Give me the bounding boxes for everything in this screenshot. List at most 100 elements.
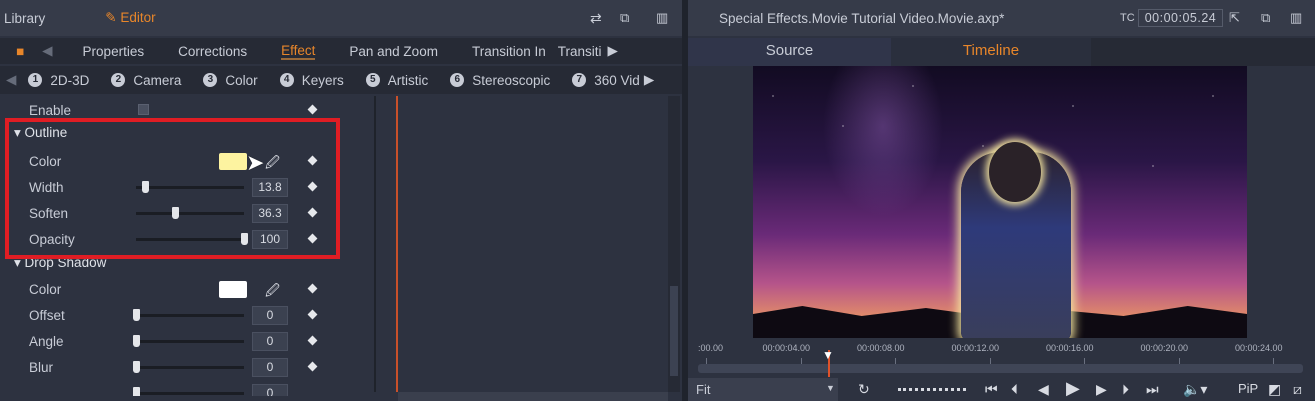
detach-icon[interactable]: ⧉ [1261,10,1270,26]
shadow-color-swatch[interactable] [219,281,247,298]
category-label: Keyers [301,72,344,88]
category-label: 360 Vid [594,72,640,88]
previous-icon[interactable]: ⏴ [1011,381,1018,398]
tab-pan-and-zoom[interactable]: Pan and Zoom [349,44,438,59]
mouse-cursor-icon: ➤ [246,150,265,175]
editor-panel: Library ✎ Editor ⇄ ⧉ ▥ ■ ◀ Properties Co… [0,0,682,401]
keyframe-icon[interactable] [307,104,318,115]
tab-effect[interactable]: Effect [281,43,316,60]
slider-thumb[interactable] [133,361,140,373]
category-label: Artistic [387,72,429,88]
go-to-end-icon[interactable]: ⏭ [1146,381,1159,398]
keyframe-icon[interactable] [307,335,318,346]
person-silhouette [961,142,1071,338]
property-tabs: ■ ◀ Properties Corrections Effect Pan an… [0,38,682,64]
crop-icon[interactable]: ⧄ [1293,381,1302,398]
category-number: 2 [111,73,126,87]
tab-timeline[interactable]: Timeline [891,38,1091,66]
category-2d-3d[interactable]: 1 2D-3D [28,73,89,88]
horizontal-scrollbar[interactable] [398,392,668,401]
next-icon[interactable]: ⏵ [1122,381,1129,398]
enable-checkbox[interactable] [138,104,149,115]
scrub-bar[interactable] [698,364,1303,373]
zoom-select[interactable]: Fit ▼ [688,378,838,401]
shadow-angle-input[interactable]: 0 [252,332,288,351]
category-keyers[interactable]: 4 Keyers [279,72,344,88]
ruler-label: 00:00:04.00 [762,343,811,353]
project-title: Special Effects.Movie Tutorial Video.Mov… [719,10,1005,26]
shadow-offset-input[interactable]: 0 [252,306,288,325]
slider-thumb[interactable] [133,387,140,396]
player-tabs: Source Timeline [688,38,1315,66]
eyedropper-icon[interactable]: 🖉 [265,280,280,304]
layout-icon[interactable]: ▥ [1290,10,1302,26]
go-to-start-icon[interactable]: ⏮ [985,381,998,398]
shadow-blur-input[interactable]: 0 [252,358,288,377]
media-icon: ■ [16,43,25,59]
volume-icon[interactable]: 🔈▾ [1183,381,1207,398]
divider [374,96,376,392]
highlight-box [5,118,340,259]
step-back-icon[interactable]: ◀ [1038,381,1049,398]
ruler-label: 00:00:16.00 [1046,343,1094,353]
export-frame-icon[interactable]: ⇱ [1229,10,1240,26]
category-color[interactable]: 3 Color [203,73,258,88]
tab-transition-out[interactable]: Transiti [558,44,602,59]
category-number: 3 [203,73,218,87]
tab-transition-in[interactable]: Transition In [472,44,546,59]
category-scroll-right-icon[interactable]: ▶ [644,72,654,88]
scrollbar[interactable] [668,96,680,392]
effect-categories: ◀ 1 2D-3D 2 Camera 3 Color 4 Keyers 5 Artisti… [0,66,682,94]
pip-button[interactable]: PiP [1238,381,1258,396]
ruler-label: 00:00:20.00 [1140,343,1189,353]
category-number: 7 [572,73,587,87]
tab-properties[interactable]: Properties [83,44,145,59]
category-label: Camera [133,72,182,88]
shadow-opacity-input[interactable]: 0 [252,384,288,396]
slider-thumb[interactable] [133,309,140,321]
step-forward-icon[interactable]: ▶ [1096,381,1107,398]
slider-thumb[interactable] [133,335,140,347]
shadow-blur-slider[interactable] [133,361,244,373]
keyframe-icon[interactable] [307,283,318,294]
scroll-right-icon[interactable]: ▶ [608,43,618,59]
shadow-offset-slider[interactable] [133,309,244,321]
zoom-value: Fit [696,382,711,397]
shadow-color-label: Color [29,281,62,297]
shadow-blur-label: Blur [29,359,54,375]
editor-header: Library ✎ Editor ⇄ ⧉ ▥ [0,0,682,36]
shuttle-control[interactable] [898,388,966,391]
fullscreen-icon[interactable]: ◩ [1268,381,1281,398]
ruler-label: :00.00 [698,343,724,353]
play-icon[interactable]: ▶ [1066,378,1080,399]
scroll-left-icon[interactable]: ◀ [42,43,52,59]
layout-icon[interactable]: ▥ [656,10,668,26]
keyframe-icon[interactable] [307,361,318,372]
category-scroll-left-icon[interactable]: ◀ [6,72,16,88]
category-number: 4 [279,73,294,87]
ruler-label: 00:00:08.00 [857,343,905,353]
keyframe-icon[interactable] [307,309,318,320]
shadow-angle-slider[interactable] [133,335,244,347]
player-panel: Special Effects.Movie Tutorial Video.Mov… [688,0,1315,401]
category-artistic[interactable]: 5 Artistic [365,72,429,88]
ruler-label: 00:00:12.00 [951,343,1000,353]
tab-source[interactable]: Source [688,38,891,66]
tab-corrections[interactable]: Corrections [178,44,247,59]
video-preview[interactable] [753,66,1247,338]
playhead[interactable]: ▼ [822,348,834,377]
category-camera[interactable]: 2 Camera [111,73,181,88]
loop-icon[interactable]: ↻ [858,381,870,398]
detach-icon[interactable]: ⧉ [620,10,629,26]
tc-label: TC [1120,12,1135,24]
category-number: 5 [365,73,380,87]
category-number: 6 [450,73,465,87]
shadow-opacity-slider[interactable] [133,387,244,396]
library-tab[interactable]: Library [4,11,45,26]
timecode-display[interactable]: 00:00:05.24 [1138,9,1223,27]
category-360-video[interactable]: 7 360 Vid [572,73,640,88]
swap-icon[interactable]: ⇄ [590,10,602,27]
keyframe-playhead [396,96,398,392]
category-stereoscopic[interactable]: 6 Stereoscopic [450,73,550,88]
editor-tab[interactable]: ✎ Editor [105,10,155,26]
